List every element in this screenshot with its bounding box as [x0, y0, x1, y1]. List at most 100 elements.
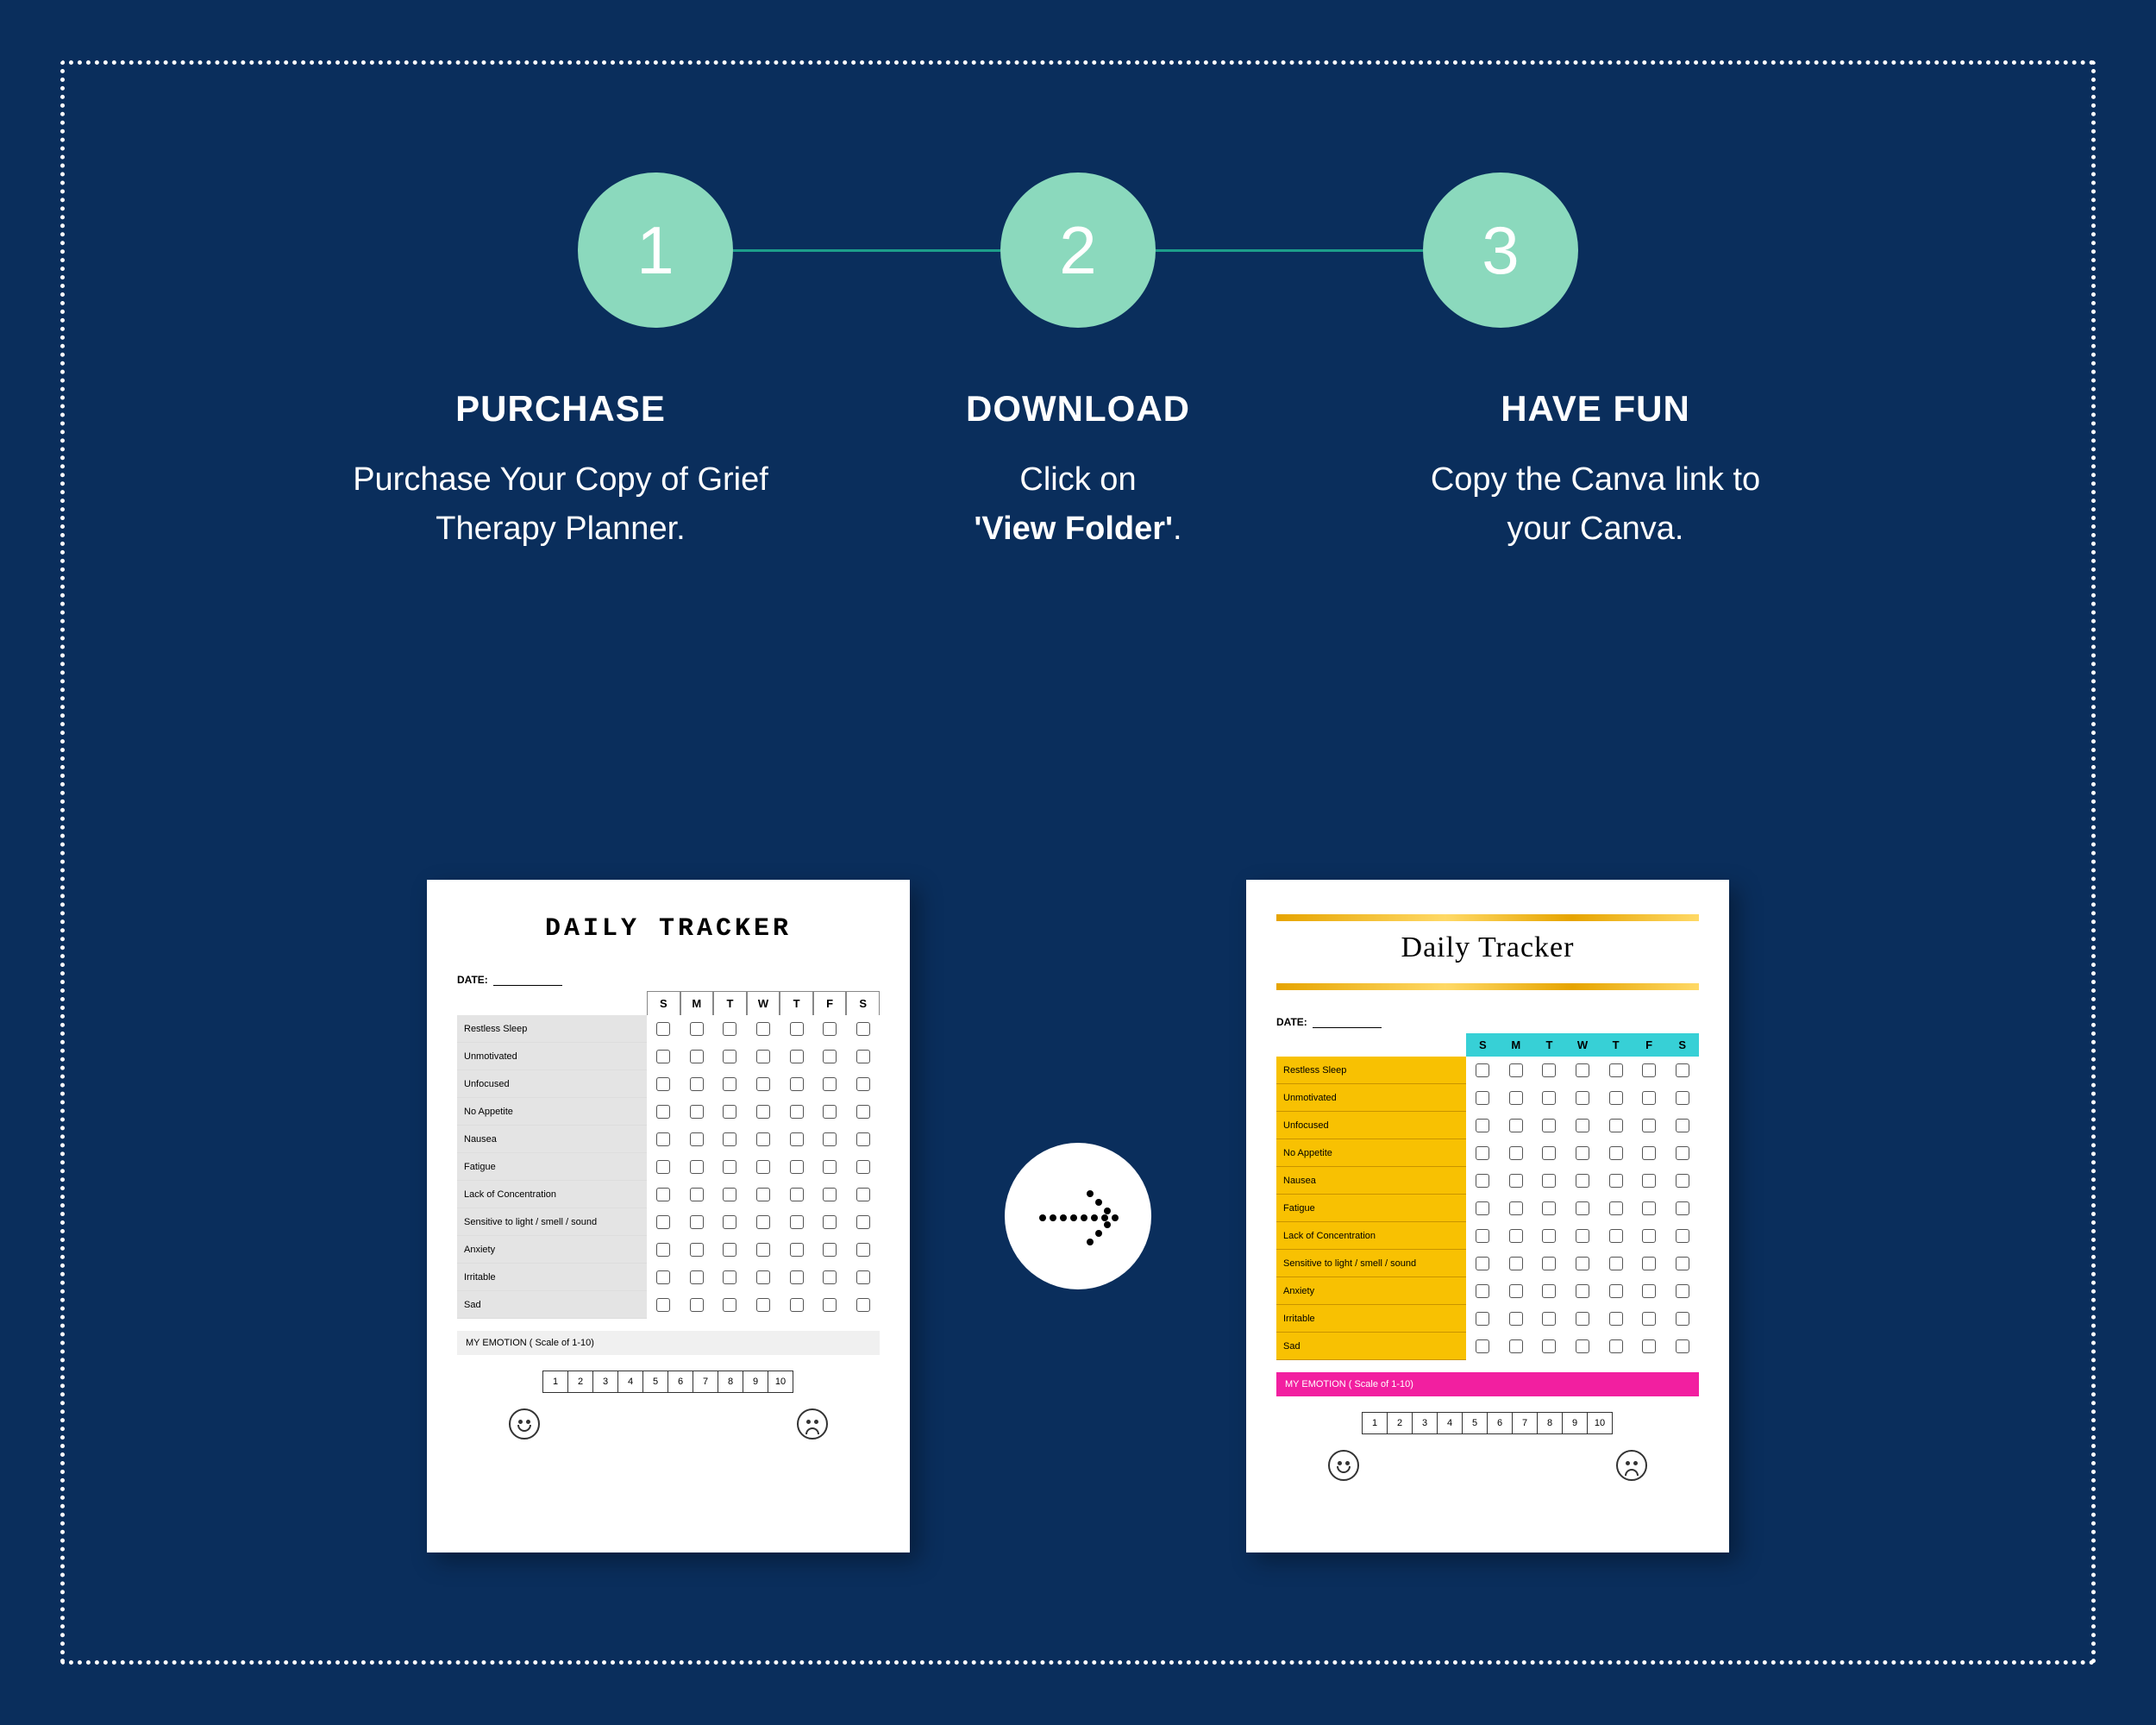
checkbox[interactable]: [747, 1070, 780, 1098]
checkbox[interactable]: [846, 1236, 880, 1264]
checkbox[interactable]: [1532, 1250, 1566, 1277]
checkbox[interactable]: [1566, 1084, 1600, 1112]
checkbox[interactable]: [647, 1126, 680, 1153]
scale-cell[interactable]: 5: [1462, 1412, 1488, 1434]
checkbox[interactable]: [1599, 1277, 1633, 1305]
checkbox[interactable]: [1566, 1167, 1600, 1195]
checkbox[interactable]: [680, 1236, 714, 1264]
checkbox[interactable]: [1665, 1222, 1699, 1250]
checkbox[interactable]: [680, 1181, 714, 1208]
checkbox[interactable]: [1599, 1112, 1633, 1139]
checkbox[interactable]: [780, 1181, 813, 1208]
checkbox[interactable]: [1566, 1305, 1600, 1333]
checkbox[interactable]: [1633, 1222, 1666, 1250]
checkbox[interactable]: [1466, 1195, 1500, 1222]
checkbox[interactable]: [846, 1208, 880, 1236]
scale-cell[interactable]: 10: [768, 1371, 793, 1393]
checkbox[interactable]: [1665, 1084, 1699, 1112]
checkbox[interactable]: [780, 1291, 813, 1319]
scale-cell[interactable]: 5: [642, 1371, 668, 1393]
checkbox[interactable]: [1500, 1139, 1533, 1167]
checkbox[interactable]: [1599, 1167, 1633, 1195]
checkbox[interactable]: [1566, 1222, 1600, 1250]
checkbox[interactable]: [1566, 1277, 1600, 1305]
checkbox[interactable]: [647, 1043, 680, 1070]
scale-cell[interactable]: 2: [1387, 1412, 1413, 1434]
checkbox[interactable]: [1665, 1112, 1699, 1139]
checkbox[interactable]: [647, 1153, 680, 1181]
checkbox[interactable]: [1532, 1222, 1566, 1250]
checkbox[interactable]: [846, 1153, 880, 1181]
checkbox[interactable]: [1532, 1305, 1566, 1333]
checkbox[interactable]: [1665, 1333, 1699, 1360]
checkbox[interactable]: [1532, 1112, 1566, 1139]
checkbox[interactable]: [713, 1208, 747, 1236]
checkbox[interactable]: [780, 1126, 813, 1153]
checkbox[interactable]: [1532, 1167, 1566, 1195]
scale-cell[interactable]: 6: [1487, 1412, 1513, 1434]
checkbox[interactable]: [1566, 1195, 1600, 1222]
checkbox[interactable]: [1665, 1167, 1699, 1195]
checkbox[interactable]: [713, 1015, 747, 1043]
checkbox[interactable]: [1500, 1250, 1533, 1277]
checkbox[interactable]: [647, 1208, 680, 1236]
checkbox[interactable]: [747, 1264, 780, 1291]
checkbox[interactable]: [713, 1070, 747, 1098]
checkbox[interactable]: [680, 1153, 714, 1181]
checkbox[interactable]: [1532, 1195, 1566, 1222]
checkbox[interactable]: [1500, 1195, 1533, 1222]
checkbox[interactable]: [1532, 1333, 1566, 1360]
checkbox[interactable]: [1599, 1139, 1633, 1167]
checkbox[interactable]: [1665, 1277, 1699, 1305]
checkbox[interactable]: [680, 1070, 714, 1098]
scale-cell[interactable]: 9: [1562, 1412, 1588, 1434]
checkbox[interactable]: [747, 1181, 780, 1208]
checkbox[interactable]: [1599, 1305, 1633, 1333]
checkbox[interactable]: [647, 1098, 680, 1126]
checkbox[interactable]: [747, 1015, 780, 1043]
checkbox[interactable]: [713, 1264, 747, 1291]
checkbox[interactable]: [1633, 1195, 1666, 1222]
checkbox[interactable]: [1466, 1277, 1500, 1305]
scale-cell[interactable]: 6: [667, 1371, 693, 1393]
checkbox[interactable]: [846, 1264, 880, 1291]
checkbox[interactable]: [1532, 1139, 1566, 1167]
checkbox[interactable]: [747, 1291, 780, 1319]
checkbox[interactable]: [1500, 1277, 1533, 1305]
scale-cell[interactable]: 10: [1587, 1412, 1613, 1434]
checkbox[interactable]: [1466, 1139, 1500, 1167]
scale-cell[interactable]: 9: [743, 1371, 768, 1393]
checkbox[interactable]: [1466, 1112, 1500, 1139]
checkbox[interactable]: [1566, 1139, 1600, 1167]
checkbox[interactable]: [1599, 1057, 1633, 1084]
checkbox[interactable]: [647, 1181, 680, 1208]
checkbox[interactable]: [1500, 1167, 1533, 1195]
checkbox[interactable]: [1633, 1277, 1666, 1305]
checkbox[interactable]: [1532, 1084, 1566, 1112]
checkbox[interactable]: [647, 1015, 680, 1043]
checkbox[interactable]: [846, 1098, 880, 1126]
checkbox[interactable]: [1665, 1305, 1699, 1333]
checkbox[interactable]: [1633, 1057, 1666, 1084]
checkbox[interactable]: [813, 1070, 847, 1098]
checkbox[interactable]: [713, 1153, 747, 1181]
scale-cell[interactable]: 3: [592, 1371, 618, 1393]
checkbox[interactable]: [713, 1181, 747, 1208]
checkbox[interactable]: [846, 1126, 880, 1153]
checkbox[interactable]: [780, 1153, 813, 1181]
scale-cell[interactable]: 3: [1412, 1412, 1438, 1434]
checkbox[interactable]: [846, 1015, 880, 1043]
scale-cell[interactable]: 2: [567, 1371, 593, 1393]
checkbox[interactable]: [1566, 1057, 1600, 1084]
checkbox[interactable]: [647, 1264, 680, 1291]
checkbox[interactable]: [1633, 1139, 1666, 1167]
checkbox[interactable]: [747, 1098, 780, 1126]
checkbox[interactable]: [680, 1126, 714, 1153]
checkbox[interactable]: [1633, 1333, 1666, 1360]
checkbox[interactable]: [813, 1015, 847, 1043]
scale-cell[interactable]: 1: [542, 1371, 568, 1393]
checkbox[interactable]: [813, 1126, 847, 1153]
checkbox[interactable]: [813, 1236, 847, 1264]
checkbox[interactable]: [747, 1208, 780, 1236]
checkbox[interactable]: [647, 1291, 680, 1319]
